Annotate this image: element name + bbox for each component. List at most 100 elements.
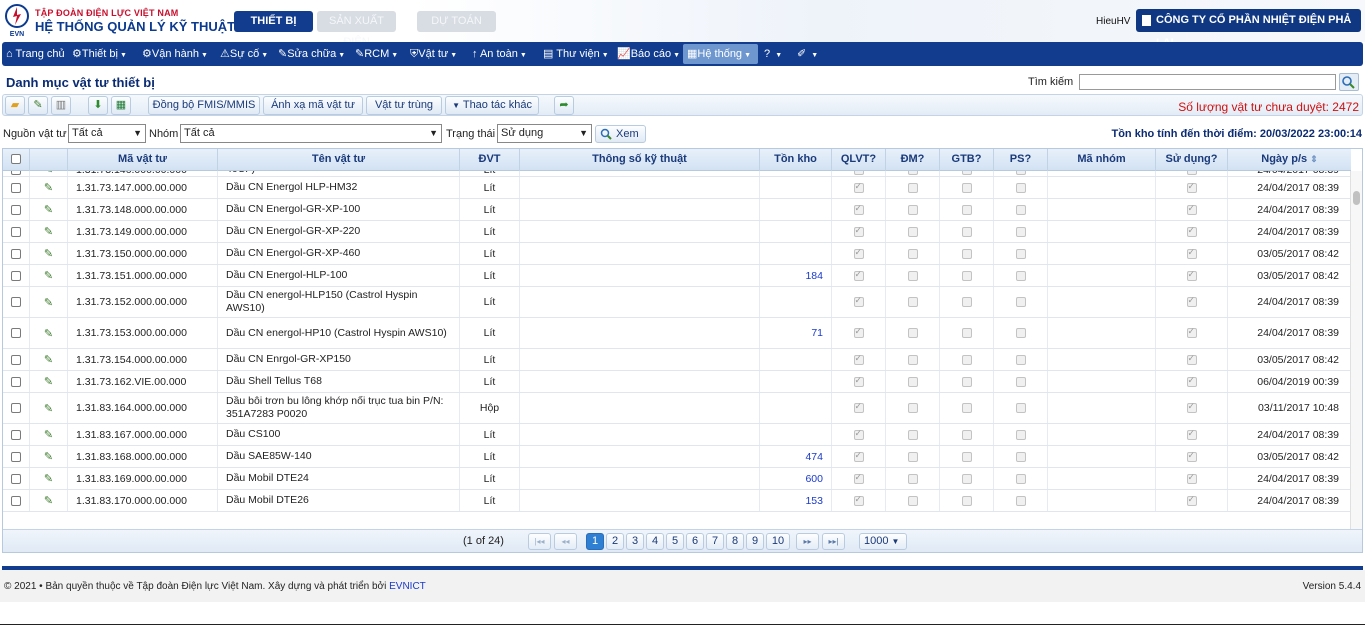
- last-page-button[interactable]: ▸▸|: [822, 533, 845, 550]
- table-row[interactable]: ✎ 1.31.73.150.000.00.000 Dầu CN Energol-GR…: [3, 243, 1351, 265]
- evnict-link[interactable]: EVNICT: [389, 581, 426, 592]
- menu-he-thong[interactable]: ▦Hệ thống ▼: [683, 44, 758, 64]
- row-checkbox[interactable]: [11, 182, 21, 193]
- row-checkbox[interactable]: [11, 226, 21, 237]
- grid-scrollbar[interactable]: [1350, 171, 1362, 529]
- source-select[interactable]: Tất cả ▼: [68, 124, 146, 143]
- col-header-stock[interactable]: Tồn kho: [760, 149, 832, 171]
- menu-an-toan[interactable]: ↑ An toàn ▼: [472, 42, 527, 66]
- row-checkbox[interactable]: [11, 248, 21, 259]
- table-row[interactable]: ✎ 1.31.73.153.000.00.000 Dầu CN energol-HP…: [3, 318, 1351, 349]
- pencil-icon[interactable]: ✎: [44, 450, 53, 463]
- pencil-icon[interactable]: ✎: [44, 225, 53, 238]
- module-tab-san-xuat-dien[interactable]: SẢN XUẤT ĐIỆN: [317, 11, 396, 48]
- status-select[interactable]: Sử dụng ▼: [497, 124, 592, 143]
- table-row[interactable]: ✎ 1.31.73.152.000.00.000 Dầu CN energol-HL…: [3, 287, 1351, 318]
- pencil-icon[interactable]: ✎: [44, 327, 53, 340]
- scroll-thumb[interactable]: [1353, 191, 1360, 205]
- pencil-icon[interactable]: ✎: [44, 402, 53, 415]
- col-header-active[interactable]: Sử dụng?: [1156, 149, 1228, 171]
- page-button[interactable]: 3: [626, 533, 644, 550]
- duplicate-button[interactable]: Vật tư trùng: [366, 96, 442, 115]
- row-checkbox[interactable]: [11, 204, 21, 215]
- other-actions-button[interactable]: ▼ Thao tác khác: [445, 96, 539, 115]
- pencil-icon[interactable]: ✎: [44, 269, 53, 282]
- menu-tools[interactable]: ✐ ▼: [797, 42, 818, 66]
- user-name[interactable]: HieuHV: [1096, 16, 1130, 27]
- next-page-button[interactable]: ▸▸: [796, 533, 819, 550]
- table-row[interactable]: ✎ 1.31.83.168.000.00.000 Dầu SAE85W-140 Lít…: [3, 446, 1351, 468]
- menu-su-co[interactable]: ⚠Sự cố ▼: [220, 42, 268, 66]
- col-header-qlvt[interactable]: QLVT?: [832, 149, 886, 171]
- page-button[interactable]: 1: [586, 533, 604, 550]
- col-header-date[interactable]: Ngày p/s ⇕: [1228, 149, 1351, 171]
- page-button[interactable]: 4: [646, 533, 664, 550]
- pencil-icon[interactable]: ✎: [44, 203, 53, 216]
- row-checkbox[interactable]: [11, 171, 21, 175]
- table-row[interactable]: ✎ 1.31.83.169.000.00.000 Dầu Mobil DTE24 Lí…: [3, 468, 1351, 490]
- page-button[interactable]: 7: [706, 533, 724, 550]
- search-button[interactable]: [1339, 73, 1359, 91]
- pencil-icon[interactable]: ✎: [44, 247, 53, 260]
- row-checkbox[interactable]: [11, 403, 21, 413]
- menu-trang-chu[interactable]: ⌂ Trang chủ: [6, 42, 65, 66]
- menu-van-hanh[interactable]: ⚙Vận hành ▼: [142, 42, 208, 66]
- menu-rcm[interactable]: ✎RCM ▼: [355, 42, 398, 66]
- stock-link[interactable]: 153: [805, 495, 823, 507]
- table-row[interactable]: ✎ 1.31.73.148.000.00.000 Dầu CN Energol-GR…: [3, 199, 1351, 221]
- row-checkbox[interactable]: [11, 354, 21, 365]
- row-checkbox[interactable]: [11, 429, 21, 440]
- group-select[interactable]: Tất cả ▼: [180, 124, 442, 143]
- map-code-button[interactable]: Ánh xạ mã vật tư: [263, 96, 363, 115]
- per-page-select[interactable]: 1000 ▼: [859, 533, 907, 550]
- table-row[interactable]: ✎ 1.31.73.147.000.00.000 Dầu CN Energol HL…: [3, 177, 1351, 199]
- row-checkbox[interactable]: [11, 270, 21, 281]
- row-checkbox[interactable]: [11, 376, 21, 387]
- edit-button[interactable]: ✎: [28, 96, 48, 115]
- col-header-code[interactable]: Mã vật tư: [68, 149, 218, 171]
- pencil-icon[interactable]: ✎: [44, 375, 53, 388]
- page-button[interactable]: 8: [726, 533, 744, 550]
- sync-fmis-button[interactable]: Đồng bộ FMIS/MMIS: [148, 96, 260, 115]
- col-header-gtb[interactable]: GTB?: [940, 149, 994, 171]
- table-row[interactable]: ✎ 1.31.73.162.VIE.00.000 Dầu Shell Tellus …: [3, 371, 1351, 393]
- prev-page-button[interactable]: ◂◂: [554, 533, 577, 550]
- stock-link[interactable]: 184: [805, 270, 823, 282]
- col-header-name[interactable]: Tên vật tư: [218, 149, 460, 171]
- row-checkbox[interactable]: [11, 328, 21, 338]
- row-checkbox[interactable]: [11, 451, 21, 462]
- menu-bao-cao[interactable]: 📈Báo cáo ▼: [617, 42, 680, 66]
- import-button[interactable]: ⬇: [88, 96, 108, 115]
- company-button[interactable]: CÔNG TY CỔ PHẦN NHIỆT ĐIỆN PHẢ LẠI: [1136, 9, 1361, 49]
- module-tab-thiet-bi[interactable]: THIẾT BỊ: [234, 11, 313, 32]
- excel-button[interactable]: ▦: [111, 96, 131, 115]
- pencil-icon[interactable]: ✎: [44, 472, 53, 485]
- pencil-icon[interactable]: ✎: [44, 428, 53, 441]
- col-header-spec[interactable]: Thông số kỹ thuật: [520, 149, 760, 171]
- module-tab-du-toan[interactable]: DỰ TOÁN: [417, 11, 496, 32]
- pencil-icon[interactable]: ✎: [44, 296, 53, 309]
- stock-link[interactable]: 474: [805, 451, 823, 463]
- search-input[interactable]: [1079, 74, 1336, 90]
- page-button[interactable]: 10: [766, 533, 790, 550]
- pencil-icon[interactable]: ✎: [44, 494, 53, 507]
- table-row[interactable]: ✎ 1.31.83.164.000.00.000 Dầu bôi trơn bu l…: [3, 393, 1351, 424]
- table-row[interactable]: ✎ 1.31.73.149.000.00.000 Dầu CN Energol-GR…: [3, 221, 1351, 243]
- add-button[interactable]: ▰: [5, 96, 25, 115]
- pencil-icon[interactable]: ✎: [44, 181, 53, 194]
- stock-link[interactable]: 71: [811, 327, 823, 339]
- pencil-icon[interactable]: ✎: [44, 353, 53, 366]
- col-header-group[interactable]: Mã nhóm: [1048, 149, 1156, 171]
- page-button[interactable]: 5: [666, 533, 684, 550]
- menu-thiet-bi[interactable]: ⚙Thiết bị ▼: [72, 42, 127, 66]
- menu-thu-vien[interactable]: ▤ Thư viện ▼: [543, 42, 609, 66]
- refresh-button[interactable]: ➦: [554, 96, 574, 115]
- col-header-dm[interactable]: ĐM?: [886, 149, 940, 171]
- page-button[interactable]: 2: [606, 533, 624, 550]
- select-all-checkbox[interactable]: [11, 154, 21, 164]
- pencil-icon[interactable]: ✎: [44, 171, 53, 176]
- table-row[interactable]: ✎ 1.31.83.167.000.00.000 Dầu CS100 Lít 24/04…: [3, 424, 1351, 446]
- page-button[interactable]: 6: [686, 533, 704, 550]
- table-row[interactable]: ✎ 1.31.73.151.000.00.000 Dầu CN Energol-HL…: [3, 265, 1351, 287]
- table-row[interactable]: ✎ 1.31.83.170.000.00.000 Dầu Mobil DTE26 Lí…: [3, 490, 1351, 512]
